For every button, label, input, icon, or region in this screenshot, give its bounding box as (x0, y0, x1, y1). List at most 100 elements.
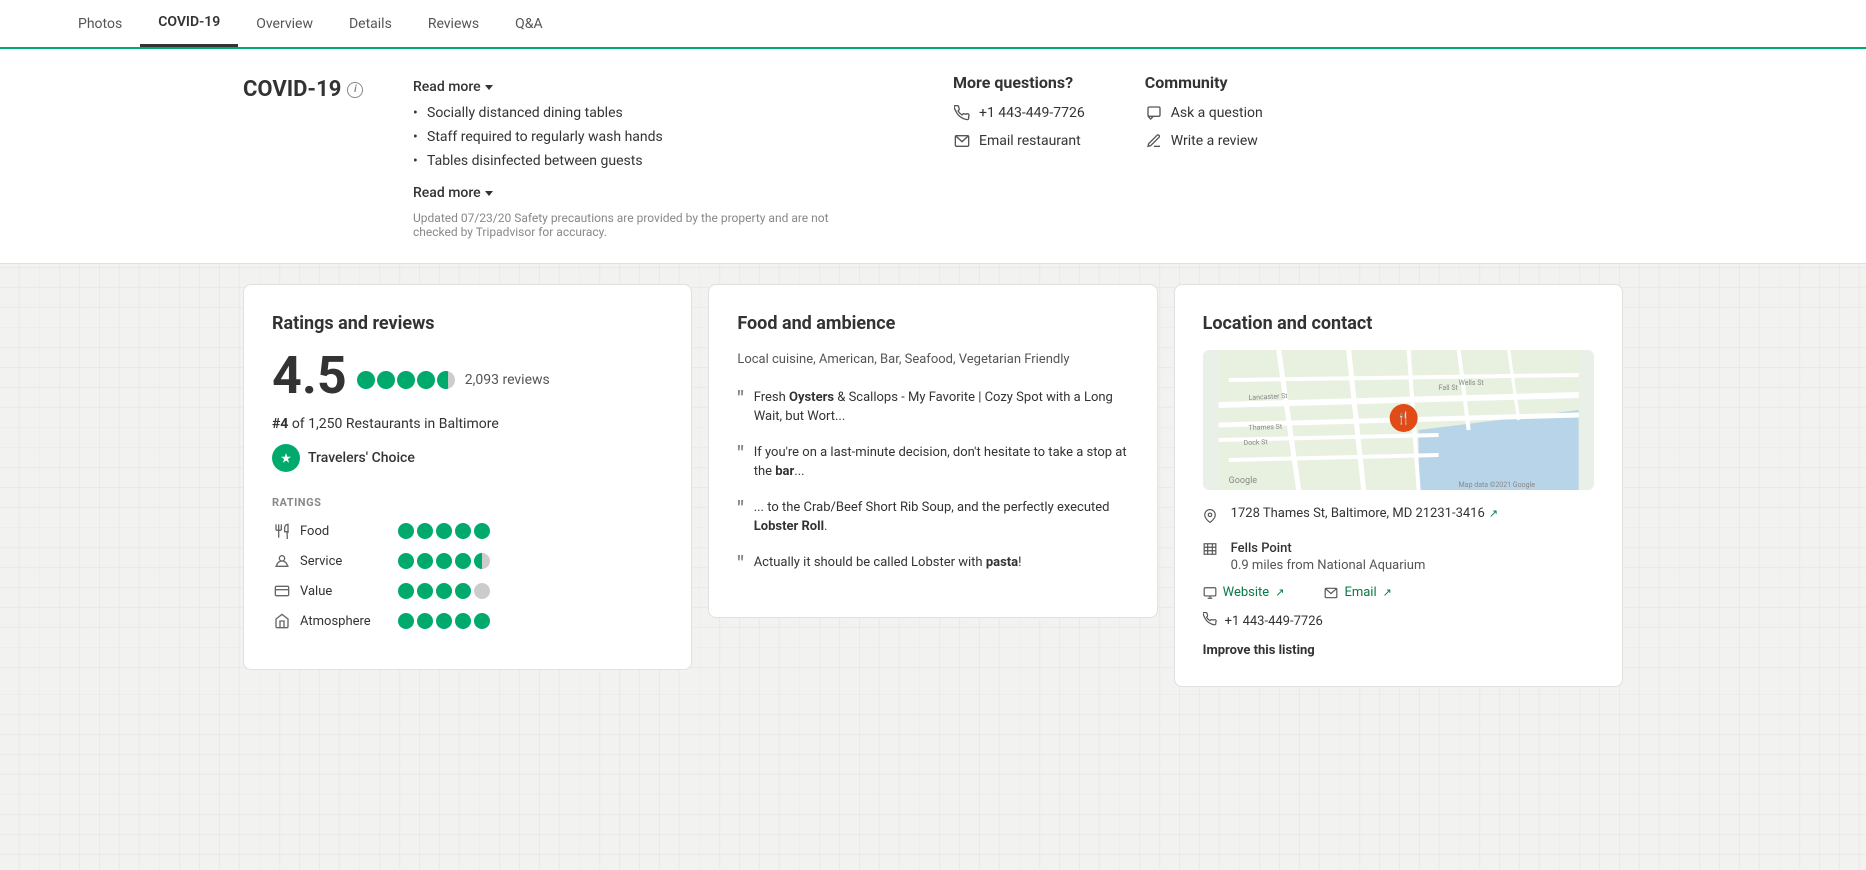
atmosphere-dots (398, 613, 490, 629)
location-phone-icon (1203, 612, 1217, 630)
stars-container (357, 371, 455, 389)
dot (455, 553, 471, 569)
email-row: Email restaurant (953, 132, 1085, 150)
more-questions-title: More questions? (953, 73, 1085, 92)
svg-text:Fall St: Fall St (1438, 384, 1458, 392)
nav-reviews[interactable]: Reviews (410, 2, 497, 46)
email-link[interactable]: Email ↗ (1324, 585, 1391, 600)
rank-text: #4 of 1,250 Restaurants in Baltimore (272, 416, 663, 432)
write-icon (1145, 132, 1163, 150)
food-dots (398, 523, 490, 539)
review-text-2: If you're on a last-minute decision, don… (754, 443, 1129, 482)
covid-bullet: •Socially distanced dining tables (413, 105, 913, 121)
dot (417, 613, 433, 629)
dot (398, 553, 414, 569)
ask-question-link[interactable]: Ask a question (1171, 105, 1263, 121)
tc-icon (272, 444, 300, 472)
dot (436, 583, 452, 599)
email-restaurant-link[interactable]: Email restaurant (979, 133, 1081, 149)
rating-row: 4.5 2,093 reviews (272, 350, 663, 410)
star-1 (357, 371, 375, 389)
nav-overview[interactable]: Overview (238, 2, 331, 46)
improve-listing-link[interactable]: Improve this listing (1203, 643, 1315, 658)
phone-row: +1 443-449-7726 (953, 104, 1085, 122)
nav-covid[interactable]: COVID-19 (140, 0, 238, 47)
food-title: Food and ambience (737, 313, 1128, 334)
covid-section: COVID-19 i Read more •Socially distanced… (0, 49, 1866, 264)
star-3 (397, 371, 415, 389)
covid-bullet: •Staff required to regularly wash hands (413, 129, 913, 145)
top-navigation: Photos COVID-19 Overview Details Reviews… (0, 0, 1866, 49)
pin-icon (1203, 507, 1221, 529)
chevron-down-icon (485, 85, 493, 90)
atmosphere-rating-row: Atmosphere (272, 611, 663, 631)
quote-mark: " (737, 498, 743, 537)
dot (417, 583, 433, 599)
service-label: Service (300, 554, 390, 569)
ratings-card: Ratings and reviews 4.5 2,093 reviews #4… (243, 284, 692, 670)
value-label: Value (300, 584, 390, 599)
write-review-row: Write a review (1145, 132, 1263, 150)
address-link[interactable]: 1728 Thames St, Baltimore, MD 21231-3416… (1231, 506, 1498, 521)
question-icon (1145, 104, 1163, 122)
read-more-top[interactable]: Read more (413, 79, 493, 95)
website-label: Website (1223, 585, 1270, 600)
community-section: Community Ask a question Write a review (1145, 73, 1263, 239)
value-dots (398, 583, 490, 599)
location-phone-row: +1 443-449-7726 (1203, 612, 1594, 630)
review-text-1: Fresh Oysters & Scallops - My Favorite |… (754, 388, 1129, 427)
dot (417, 553, 433, 569)
svg-text:Dock St: Dock St (1243, 438, 1268, 447)
nav-photos[interactable]: Photos (60, 2, 140, 46)
location-title: Location and contact (1203, 313, 1594, 334)
website-external-icon: ↗ (1275, 586, 1284, 599)
food-card: Food and ambience Local cuisine, America… (708, 284, 1157, 618)
more-questions: More questions? +1 443-449-7726 Email re… (953, 73, 1085, 239)
quote-mark: " (737, 388, 743, 427)
value-icon (272, 581, 292, 601)
phone-icon (953, 104, 971, 122)
star-5-half (437, 371, 455, 389)
location-phone[interactable]: +1 443-449-7726 (1225, 614, 1323, 629)
covid-bullet: •Tables disinfected between guests (413, 153, 913, 169)
svg-text:Google: Google (1228, 476, 1257, 486)
dot (455, 523, 471, 539)
neighborhood-row: Fells Point 0.9 miles from National Aqua… (1203, 541, 1594, 573)
dot (455, 613, 471, 629)
write-review-link[interactable]: Write a review (1171, 133, 1258, 149)
dot (474, 523, 490, 539)
review-quote-2: " If you're on a last-minute decision, d… (737, 443, 1128, 482)
star-2 (377, 371, 395, 389)
covid-info-icon[interactable]: i (347, 82, 363, 98)
atmosphere-icon (272, 611, 292, 631)
dot (436, 553, 452, 569)
website-link[interactable]: Website ↗ (1203, 585, 1285, 600)
nav-qna[interactable]: Q&A (497, 2, 560, 46)
service-icon (272, 551, 292, 571)
review-quote-3: " ... to the Crab/Beef Short Rib Soup, a… (737, 498, 1128, 537)
svg-text:Map data ©2021 Google: Map data ©2021 Google (1458, 481, 1535, 489)
dot (398, 523, 414, 539)
ratings-label: RATINGS (272, 496, 663, 509)
covid-bullets-list: •Socially distanced dining tables •Staff… (413, 105, 913, 169)
map-container[interactable]: Lancaster St Thames St Dock St Fall St W… (1203, 350, 1594, 490)
email-icon (953, 132, 971, 150)
ask-question-row: Ask a question (1145, 104, 1263, 122)
covid-phone[interactable]: +1 443-449-7726 (979, 105, 1085, 121)
dot (417, 523, 433, 539)
read-more-bottom[interactable]: Read more (413, 185, 493, 201)
cuisine-text: Local cuisine, American, Bar, Seafood, V… (737, 350, 1128, 370)
covid-title: COVID-19 i (243, 77, 373, 102)
review-quote-4: " Actually it should be called Lobster w… (737, 553, 1128, 573)
svg-text:Thames St: Thames St (1248, 423, 1282, 432)
svg-text:Wells St: Wells St (1458, 379, 1484, 387)
service-dots (398, 553, 490, 569)
community-title: Community (1145, 73, 1263, 92)
neighborhood-label: Fells Point (1231, 541, 1426, 556)
address-row: 1728 Thames St, Baltimore, MD 21231-3416… (1203, 506, 1594, 529)
review-count: 2,093 reviews (465, 372, 550, 388)
review-text-4: Actually it should be called Lobster wit… (754, 553, 1022, 573)
value-rating-row: Value (272, 581, 663, 601)
map-svg: Lancaster St Thames St Dock St Fall St W… (1203, 350, 1594, 490)
nav-details[interactable]: Details (331, 2, 410, 46)
